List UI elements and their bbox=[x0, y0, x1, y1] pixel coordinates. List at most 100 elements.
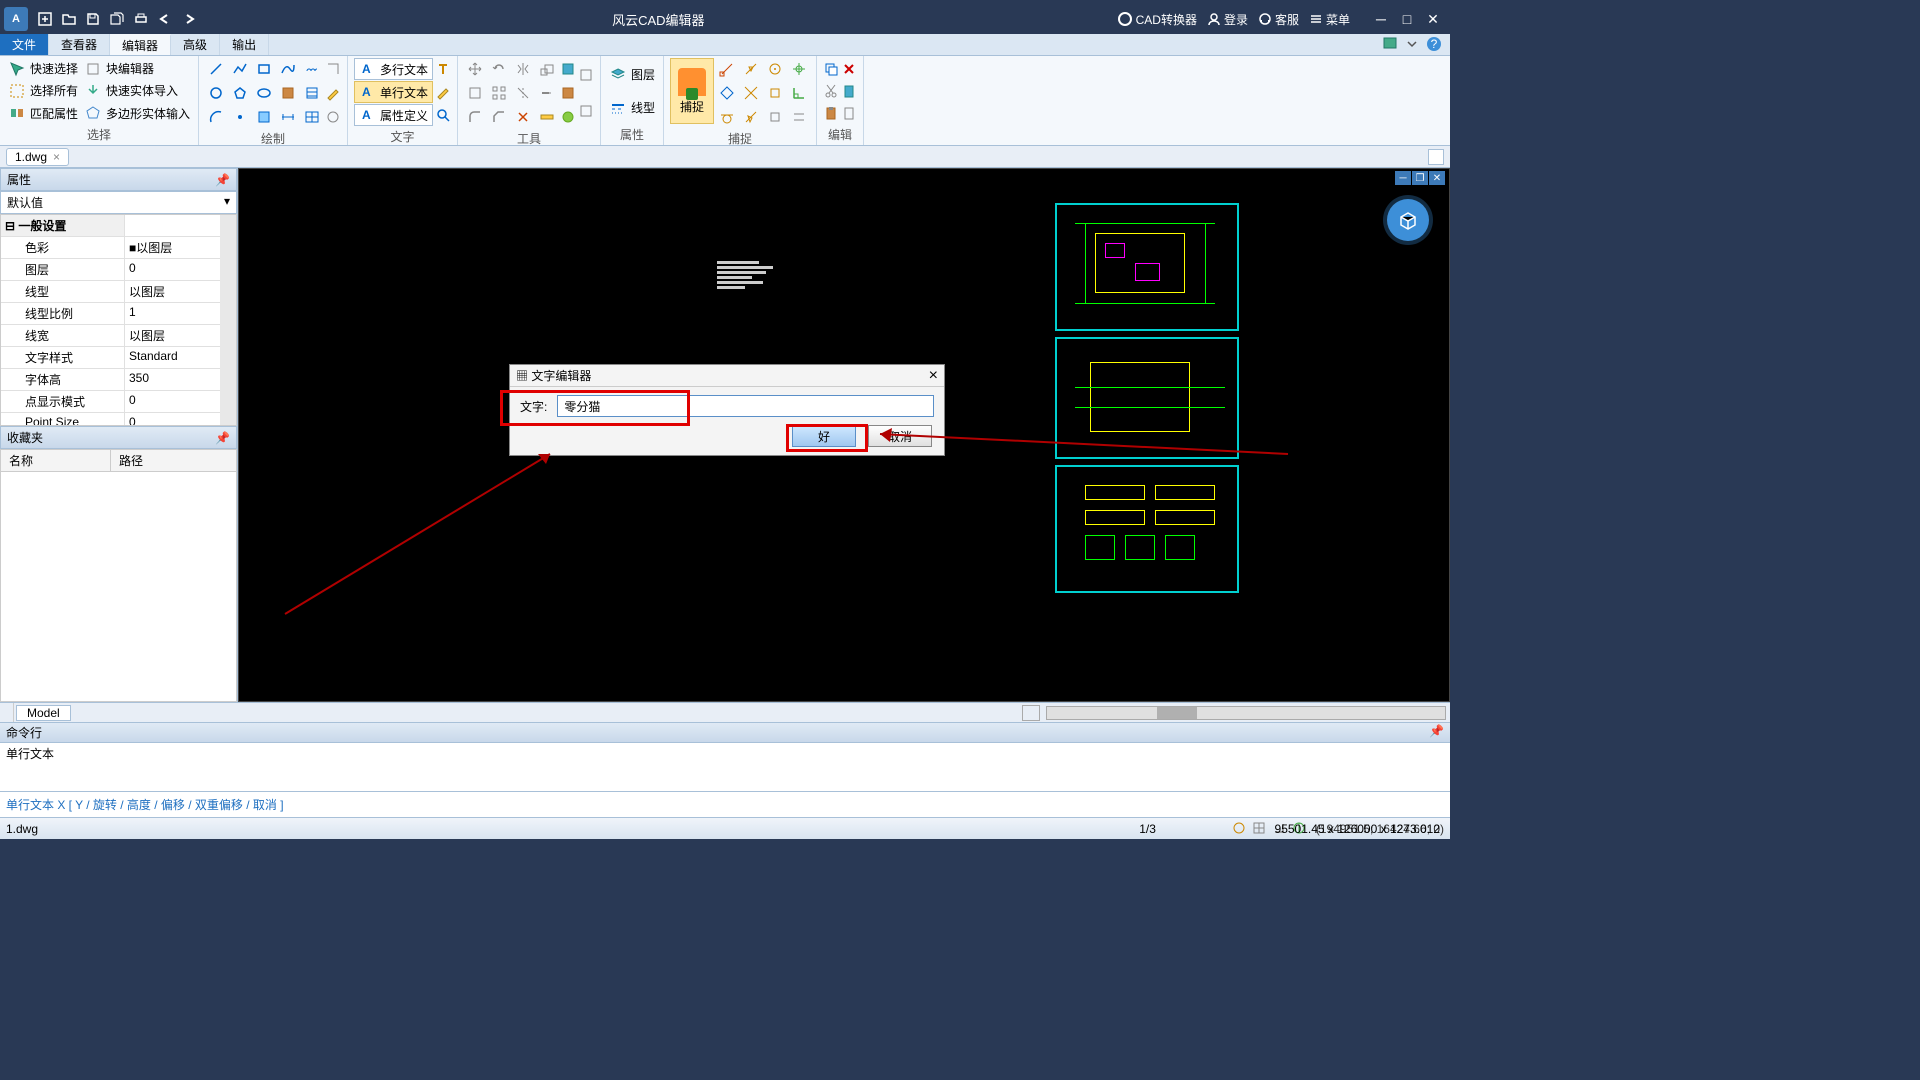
polygon-tool-icon[interactable] bbox=[229, 82, 251, 104]
maximize-icon[interactable]: □ bbox=[1396, 8, 1418, 30]
circle-tool-icon[interactable] bbox=[205, 82, 227, 104]
dialog-close-icon[interactable]: × bbox=[929, 367, 938, 385]
insert-tool-icon[interactable] bbox=[277, 82, 299, 104]
properties-filter-dropdown[interactable]: 默认值▾ bbox=[0, 191, 237, 214]
snap-app-icon[interactable] bbox=[764, 106, 786, 128]
pin-icon[interactable]: 📌 bbox=[215, 431, 230, 445]
command-input[interactable]: 单行文本 X [ Y / 旋转 / 高度 / 偏移 / 双重偏移 / 取消 ] bbox=[0, 791, 1450, 817]
snap-quad-icon[interactable] bbox=[716, 82, 738, 104]
point-tool-icon[interactable] bbox=[229, 106, 251, 128]
paste-special-icon[interactable] bbox=[841, 83, 857, 99]
quick-import-button[interactable]: 快速实体导入 bbox=[82, 81, 192, 101]
redo-icon[interactable] bbox=[178, 8, 200, 30]
pin-icon[interactable]: 📌 bbox=[215, 173, 230, 187]
tab-file[interactable]: 文件 bbox=[0, 34, 49, 55]
snap-near-icon[interactable] bbox=[740, 106, 762, 128]
tool-extra4-icon[interactable] bbox=[578, 67, 594, 83]
login-button[interactable]: 登录 bbox=[1207, 11, 1248, 28]
prop-scrollbar[interactable] bbox=[220, 215, 236, 425]
snap-perp-icon[interactable] bbox=[788, 82, 810, 104]
measure-tool-icon[interactable] bbox=[536, 106, 558, 128]
file-tab[interactable]: 1.dwg × bbox=[6, 148, 69, 166]
table-tool-icon[interactable] bbox=[301, 106, 323, 128]
tool-extra3-icon[interactable] bbox=[560, 109, 576, 125]
ribbon-dropdown-icon[interactable] bbox=[1382, 36, 1400, 54]
new-icon[interactable] bbox=[34, 8, 56, 30]
extend-tool-icon[interactable] bbox=[536, 82, 558, 104]
hatch-tool-icon[interactable] bbox=[301, 82, 323, 104]
cad-converter-button[interactable]: CAD转换器 bbox=[1117, 11, 1197, 28]
chamfer-tool-icon[interactable] bbox=[488, 106, 510, 128]
copy-icon[interactable] bbox=[823, 61, 839, 77]
block-editor-button[interactable]: 块编辑器 bbox=[82, 59, 192, 79]
dialog-text-input[interactable] bbox=[557, 395, 934, 417]
quick-select-button[interactable]: 快速选择 bbox=[6, 59, 80, 79]
snap-node-icon[interactable] bbox=[788, 58, 810, 80]
status-grid-icon[interactable] bbox=[1252, 821, 1268, 837]
ellipse-tool-icon[interactable] bbox=[253, 82, 275, 104]
snap-mid-icon[interactable] bbox=[740, 58, 762, 80]
tool-extra1-icon[interactable] bbox=[560, 61, 576, 77]
properties-grid[interactable]: ⊟ 一般设置 色彩■以图层 图层0 线型以图层 线型比例1 线宽以图层 文字样式… bbox=[0, 214, 237, 426]
menu-button[interactable]: 菜单 bbox=[1309, 11, 1350, 28]
horizontal-scrollbar[interactable] bbox=[1046, 706, 1446, 720]
draw-extra3-icon[interactable] bbox=[325, 109, 341, 125]
file-tab-close-icon[interactable]: × bbox=[53, 150, 60, 164]
fillet-tool-icon[interactable] bbox=[464, 106, 486, 128]
clipboard-icon[interactable] bbox=[841, 105, 857, 121]
text-edit-icon[interactable] bbox=[435, 84, 451, 100]
dim-tool-icon[interactable] bbox=[277, 106, 299, 128]
view-cube-icon[interactable] bbox=[1387, 199, 1429, 241]
fav-col-path[interactable]: 路径 bbox=[111, 450, 151, 471]
snap-ins-icon[interactable] bbox=[764, 82, 786, 104]
text-style-icon[interactable] bbox=[435, 61, 451, 77]
snap-tan-icon[interactable] bbox=[716, 106, 738, 128]
move-tool-icon[interactable] bbox=[464, 58, 486, 80]
draw-extra1-icon[interactable] bbox=[325, 61, 341, 77]
rotate-tool-icon[interactable] bbox=[488, 58, 510, 80]
single-text-button[interactable]: A单行文本 bbox=[354, 81, 433, 103]
region-tool-icon[interactable] bbox=[253, 106, 275, 128]
polygon-input-button[interactable]: 多边形实体输入 bbox=[82, 103, 192, 123]
ribbon-collapse-icon[interactable] bbox=[1404, 36, 1422, 54]
model-tab[interactable]: Model bbox=[16, 705, 71, 721]
snap-big-button[interactable]: 捕捉 bbox=[670, 58, 714, 124]
array-tool-icon[interactable] bbox=[488, 82, 510, 104]
linetype-button[interactable]: 线型 bbox=[607, 98, 657, 118]
layout-dropdown-icon[interactable] bbox=[1022, 705, 1040, 721]
spline-tool-icon[interactable] bbox=[277, 58, 299, 80]
snap-end-icon[interactable] bbox=[716, 58, 738, 80]
arc-tool-icon[interactable] bbox=[205, 106, 227, 128]
tab-editor[interactable]: 编辑器 bbox=[110, 34, 171, 55]
text-find-icon[interactable] bbox=[435, 107, 451, 123]
select-all-button[interactable]: 选择所有 bbox=[6, 81, 80, 101]
minimize-icon[interactable]: ─ bbox=[1370, 8, 1392, 30]
pencil-tool-icon[interactable] bbox=[325, 85, 341, 101]
vscroll-gutter[interactable] bbox=[0, 703, 14, 722]
dialog-ok-button[interactable]: 好 bbox=[792, 425, 856, 447]
tab-advanced[interactable]: 高级 bbox=[171, 34, 220, 55]
explode-tool-icon[interactable] bbox=[512, 106, 534, 128]
file-tab-menu-icon[interactable] bbox=[1428, 149, 1444, 165]
dialog-cancel-button[interactable]: 取消 bbox=[868, 425, 932, 447]
tab-output[interactable]: 输出 bbox=[220, 34, 269, 55]
cloud-tool-icon[interactable] bbox=[301, 58, 323, 80]
scale-tool-icon[interactable] bbox=[536, 58, 558, 80]
mirror-tool-icon[interactable] bbox=[512, 58, 534, 80]
trim-tool-icon[interactable] bbox=[512, 82, 534, 104]
app-logo-icon[interactable]: A bbox=[4, 7, 28, 31]
prop-section-general[interactable]: ⊟ 一般设置 bbox=[1, 215, 125, 236]
tab-viewer[interactable]: 查看器 bbox=[49, 34, 110, 55]
status-snap-icon[interactable] bbox=[1232, 821, 1248, 837]
paste-icon[interactable] bbox=[823, 105, 839, 121]
offset-tool-icon[interactable] bbox=[464, 82, 486, 104]
layer-button[interactable]: 图层 bbox=[607, 64, 657, 84]
match-prop-button[interactable]: 匹配属性 bbox=[6, 103, 80, 123]
print-icon[interactable] bbox=[130, 8, 152, 30]
snap-center-icon[interactable] bbox=[764, 58, 786, 80]
cut-icon[interactable] bbox=[823, 83, 839, 99]
close-icon[interactable]: ✕ bbox=[1422, 8, 1444, 30]
saveall-icon[interactable] bbox=[106, 8, 128, 30]
delete-icon[interactable] bbox=[841, 61, 857, 77]
fav-col-name[interactable]: 名称 bbox=[1, 450, 111, 471]
